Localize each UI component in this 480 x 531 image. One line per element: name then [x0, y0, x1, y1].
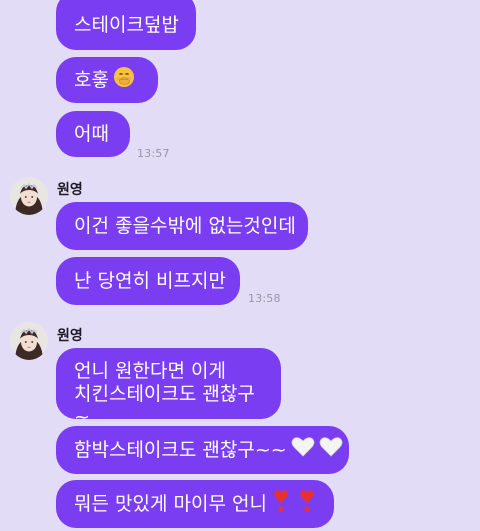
message-text: 이건 좋을수밖에 없는것인데	[74, 215, 296, 237]
message-text: 어때	[74, 123, 109, 145]
message-bubble[interactable]: 난 당연히 비프지만	[56, 257, 240, 305]
message-bubble[interactable]: 스테이크덮밥	[56, 0, 196, 50]
message-bubble[interactable]: 어때	[56, 111, 130, 157]
heart-exclamation-icon	[299, 489, 315, 519]
message-text: 함박스테이크도 괜찮구~~	[74, 439, 287, 461]
white-heart-icon	[319, 436, 343, 464]
sender-name: 원영	[57, 182, 83, 198]
sender-avatar[interactable]	[10, 177, 48, 215]
heart-exclamation-icon	[273, 489, 289, 519]
chat-view: 스테이크덮밥 호홓 어때 13:57 원영 이건 좋을수밖에 없는것인데 난 당…	[0, 0, 480, 531]
message-text: 난 당연히 비프지만	[74, 270, 226, 292]
message-text-line: 언니 원한다면 이게	[74, 360, 226, 382]
message-bubble[interactable]: 함박스테이크도 괜찮구~~	[56, 426, 349, 474]
face-with-hand-over-mouth-icon	[113, 66, 135, 94]
message-timestamp: 13:58	[248, 292, 281, 305]
message-bubble[interactable]: 호홓	[56, 57, 158, 103]
message-bubble[interactable]: 언니 원한다면 이게 치킨스테이크도 괜찮구~	[56, 348, 281, 428]
message-text: 호홓	[74, 69, 109, 91]
message-text: 스테이크덮밥	[74, 14, 179, 36]
sender-name: 원영	[57, 328, 83, 344]
message-bubble[interactable]: 이건 좋을수밖에 없는것인데	[56, 202, 308, 250]
sender-avatar[interactable]	[10, 322, 48, 360]
message-bubble[interactable]: 뭐든 맛있게 마이무 언니	[56, 480, 334, 528]
message-text: 뭐든 맛있게 마이무 언니	[74, 493, 267, 515]
white-heart-icon	[291, 436, 315, 464]
message-timestamp: 13:57	[137, 147, 170, 160]
message-text-line: 치킨스테이크도 괜찮구~	[74, 383, 255, 428]
